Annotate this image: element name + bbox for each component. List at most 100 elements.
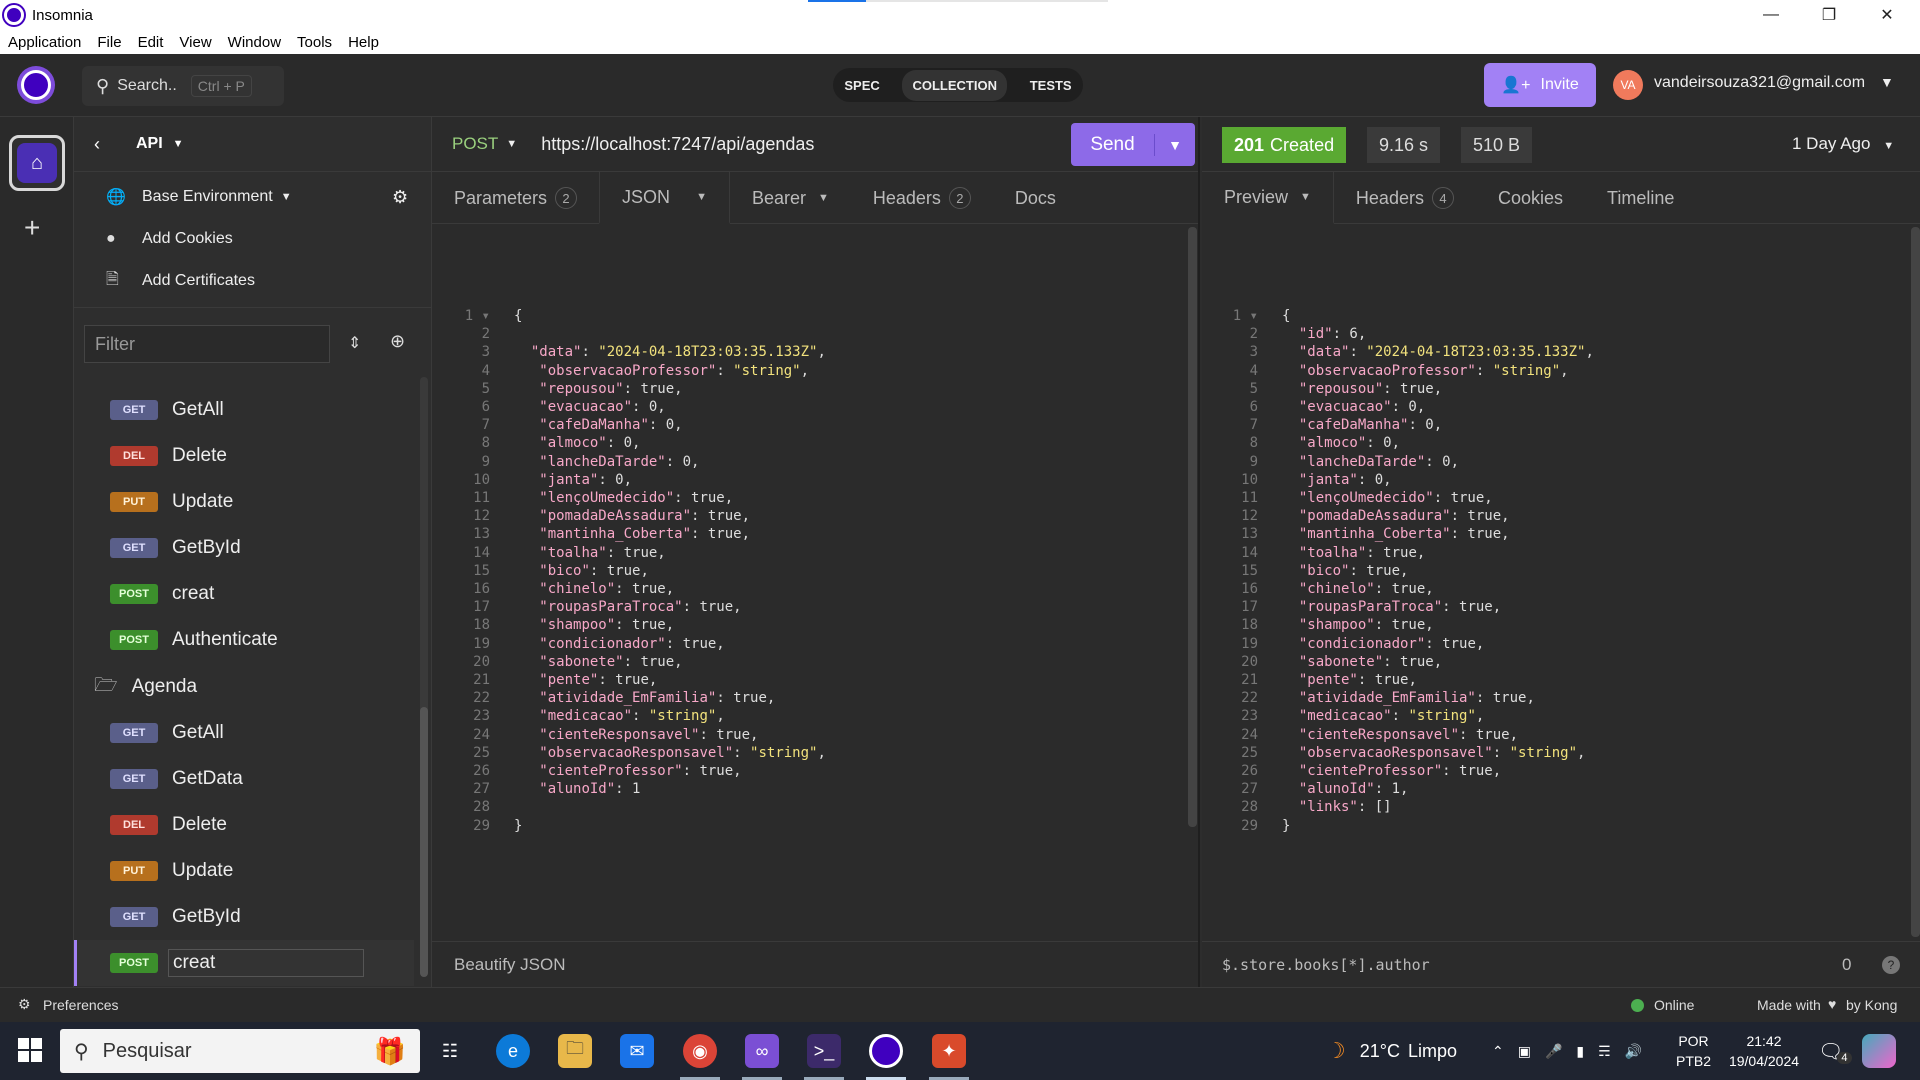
copilot-icon[interactable] [1862, 1034, 1896, 1068]
insomnia-taskbar-icon[interactable] [869, 1034, 903, 1068]
url-input[interactable]: https://localhost:7247/api/agendas [541, 134, 814, 155]
method-badge: PUT [110, 861, 158, 881]
beautify-json-button[interactable]: Beautify JSON [454, 955, 566, 975]
request-item[interactable]: PUT Update [74, 479, 414, 525]
back-icon[interactable]: ‹ [94, 134, 100, 155]
search-label: Search.. [117, 77, 177, 94]
chevron-down-icon[interactable]: ▼ [506, 138, 517, 150]
response-body-viewer[interactable]: 1 ▾{2 "id": 6, 3 "data": "2024-04-18T23:0… [1202, 233, 1902, 923]
request-item[interactable]: DEL Delete [74, 802, 414, 848]
account-email[interactable]: vandeirsouza321@gmail.com [1654, 74, 1865, 92]
menu-view[interactable]: View [179, 34, 211, 51]
microphone-icon[interactable]: 🎤 [1545, 1043, 1562, 1060]
help-icon[interactable]: ? [1882, 955, 1900, 974]
tab-bearer[interactable]: Bearer ▼ [730, 172, 851, 224]
weather-widget[interactable]: ☽ 21°C Limpo [1326, 1022, 1457, 1080]
chevron-down-icon[interactable]: ▼ [1155, 137, 1195, 153]
menu-window[interactable]: Window [228, 34, 281, 51]
response-filter-input[interactable]: $.store.books[*].author [1222, 956, 1430, 974]
project-name[interactable]: API [136, 135, 163, 153]
chevron-up-icon[interactable]: ⌃ [1492, 1043, 1504, 1060]
request-item[interactable]: PUT Update [74, 848, 414, 894]
chevron-down-icon[interactable]: ▼ [1880, 74, 1894, 90]
gear-icon[interactable]: ⚙ [392, 187, 408, 208]
send-button[interactable]: Send ▼ [1071, 123, 1195, 166]
file-explorer-icon[interactable]: 🗀 [558, 1034, 592, 1068]
filter-input[interactable]: Filter [84, 325, 330, 363]
windows-start-icon[interactable] [18, 1038, 42, 1062]
chevron-down-icon[interactable]: ▼ [173, 138, 184, 150]
home-button[interactable]: ⌂ [9, 135, 65, 191]
tab-preview[interactable]: Preview ▼ [1202, 172, 1334, 224]
tab-json[interactable]: JSON ▼ [599, 172, 730, 224]
gear-icon: ⚙ [18, 996, 31, 1012]
request-item[interactable]: GET GetData [74, 756, 414, 802]
tab-response-headers[interactable]: Headers 4 [1334, 172, 1476, 224]
editor-scrollbar[interactable] [1188, 227, 1197, 827]
request-item[interactable]: POST Authenticate [74, 617, 414, 663]
menu-application[interactable]: Application [8, 34, 81, 51]
tab-tests[interactable]: TESTS [1030, 78, 1072, 93]
method-selector[interactable]: POST [452, 134, 498, 154]
request-item[interactable]: GET GetAll [74, 710, 414, 756]
add-circle-icon[interactable]: ⊕ [390, 331, 405, 352]
menu-file[interactable]: File [97, 34, 121, 51]
add-cookies-button[interactable]: ● Add Cookies [74, 218, 431, 260]
history-dropdown[interactable]: 1 Day Ago ▼ [1792, 134, 1894, 154]
tab-parameters[interactable]: Parameters 2 [432, 172, 599, 224]
request-item[interactable]: POST creat [74, 571, 414, 617]
menu-tools[interactable]: Tools [297, 34, 332, 51]
request-item[interactable]: GET GetAll [74, 387, 414, 433]
add-certificates-button[interactable]: 🗎 Add Certificates [74, 260, 431, 302]
request-item[interactable]: DEL Delete [74, 433, 414, 479]
app-header: ⚲ Search.. Ctrl + P SPEC COLLECTION TEST… [0, 54, 1920, 117]
request-item[interactable]: GET GetById [74, 525, 414, 571]
tab-label: Headers [1355, 187, 1424, 208]
menu-edit[interactable]: Edit [138, 34, 164, 51]
menu-help[interactable]: Help [348, 34, 379, 51]
mail-icon[interactable]: ✉ [620, 1034, 654, 1068]
edge-icon[interactable]: e [496, 1034, 530, 1068]
request-item[interactable]: GET GetById [74, 894, 414, 940]
request-name: Delete [172, 445, 227, 466]
tab-cookies[interactable]: Cookies [1476, 172, 1585, 224]
language-indicator[interactable]: POR PTB2 [1676, 1022, 1711, 1080]
close-button[interactable]: ✕ [1858, 0, 1916, 30]
response-scrollbar[interactable] [1911, 227, 1920, 937]
taskbar-search[interactable]: ⚲ Pesquisar 🎁 [60, 1029, 420, 1073]
folder-agenda[interactable]: 🗁 Agenda [94, 664, 394, 710]
sort-icon[interactable]: ⇕ [348, 333, 361, 353]
volume-icon[interactable]: 🔊 [1625, 1043, 1642, 1060]
add-certificates-label: Add Certificates [142, 272, 255, 289]
avatar[interactable]: VA [1613, 70, 1643, 100]
chrome-icon[interactable]: ◉ [683, 1034, 717, 1068]
tab-timeline[interactable]: Timeline [1585, 172, 1696, 224]
tab-collection[interactable]: COLLECTION [902, 69, 1007, 101]
tab-headers[interactable]: Headers 2 [851, 172, 993, 224]
search-box[interactable]: ⚲ Search.. Ctrl + P [82, 66, 284, 106]
visual-studio-icon[interactable]: ∞ [745, 1034, 779, 1068]
meet-icon[interactable]: ▣ [1518, 1043, 1531, 1060]
tab-docs[interactable]: Docs [993, 172, 1078, 224]
clock[interactable]: 21:42 19/04/2024 [1720, 1022, 1808, 1080]
invite-button[interactable]: 👤+ Invite [1484, 63, 1596, 107]
battery-icon[interactable]: ▮ [1576, 1043, 1584, 1060]
sidebar-scrollbar[interactable] [420, 377, 428, 977]
request-item-active[interactable]: POST creat [74, 940, 414, 986]
sticky-icon[interactable]: ✦ [932, 1034, 966, 1068]
task-view-icon[interactable]: ☷ [433, 1034, 467, 1068]
request-name: GetAll [172, 722, 224, 743]
response-time: 9.16 s [1367, 127, 1441, 163]
request-body-editor[interactable]: 1 ▾{2 3 "data": "2024-04-18T23:03:35.133Z… [432, 233, 1182, 923]
add-icon[interactable]: + [24, 212, 40, 244]
minimize-button[interactable]: — [1742, 0, 1800, 30]
wifi-icon[interactable]: ☴ [1598, 1043, 1611, 1060]
terminal-icon[interactable]: >_ [807, 1034, 841, 1068]
maximize-button[interactable]: ❐ [1800, 0, 1858, 30]
tab-spec[interactable]: SPEC [844, 78, 879, 93]
notifications-button[interactable]: 🗨 4 [1818, 1022, 1852, 1080]
insomnia-app-icon[interactable] [17, 66, 55, 104]
preferences-button[interactable]: Preferences [43, 997, 118, 1013]
request-name-edit[interactable]: creat [168, 949, 364, 977]
environment-selector[interactable]: 🌐 Base Environment ▼ ⚙ [74, 176, 431, 218]
